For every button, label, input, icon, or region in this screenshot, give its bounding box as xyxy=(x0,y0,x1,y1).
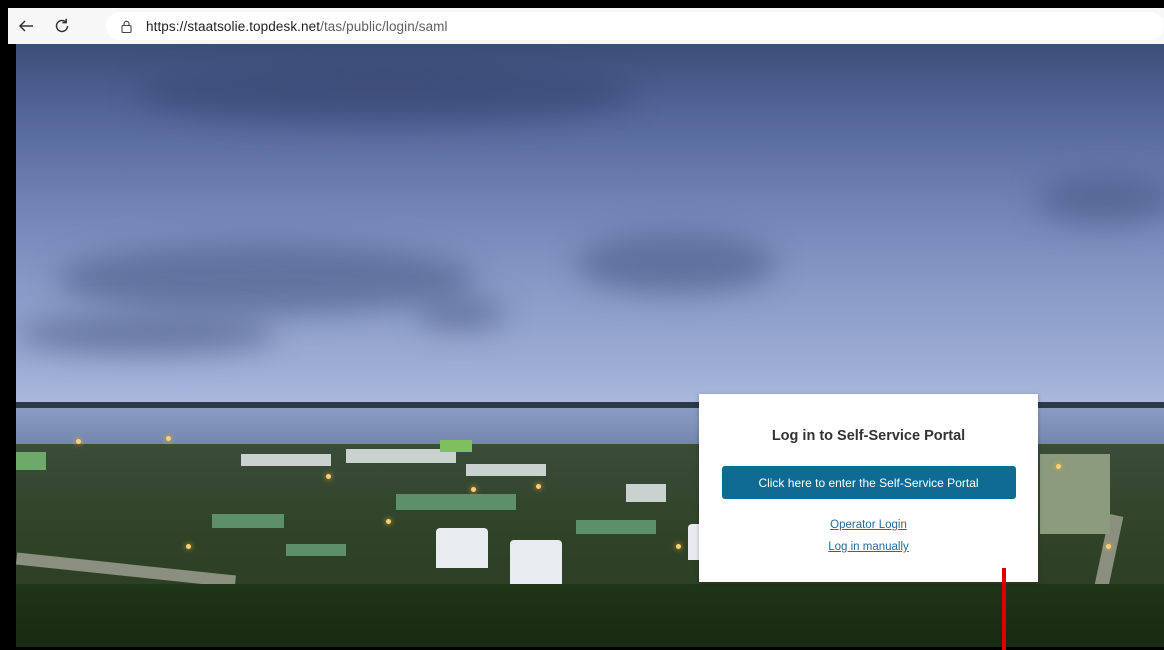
building xyxy=(286,544,346,556)
light xyxy=(386,519,391,524)
cloud xyxy=(576,234,776,294)
site-info-button[interactable] xyxy=(112,12,140,40)
red-annotation-line xyxy=(1002,568,1006,650)
storage-tank xyxy=(510,540,562,586)
url-host: https://staatsolie.topdesk.net xyxy=(146,18,321,34)
cloud xyxy=(16,314,276,354)
cloud xyxy=(136,64,636,124)
storage-tank xyxy=(436,528,488,568)
light xyxy=(166,436,171,441)
login-title: Log in to Self-Service Portal xyxy=(771,428,966,444)
building xyxy=(576,520,656,534)
light xyxy=(676,544,681,549)
light xyxy=(1106,544,1111,549)
light xyxy=(186,544,191,549)
light xyxy=(326,474,331,479)
address-bar[interactable]: https://staatsolie.topdesk.net/tas/publi… xyxy=(106,12,1164,40)
building xyxy=(212,514,284,528)
light xyxy=(76,439,81,444)
building xyxy=(466,464,546,476)
light xyxy=(1056,464,1061,469)
login-card: Log in to Self-Service Portal Click here… xyxy=(699,394,1038,582)
back-button[interactable] xyxy=(8,8,44,44)
building xyxy=(626,484,666,502)
building xyxy=(396,494,516,510)
reload-icon xyxy=(55,18,69,33)
url-path: /tas/public/login/saml xyxy=(320,18,448,34)
tree-line xyxy=(16,584,1164,647)
building xyxy=(241,454,331,466)
building xyxy=(440,440,472,452)
light xyxy=(471,487,476,492)
building xyxy=(16,452,46,470)
refinery-structure xyxy=(1040,454,1110,534)
enter-self-service-button[interactable]: Click here to enter the Self-Service Por… xyxy=(721,466,1016,499)
cloud xyxy=(56,244,476,314)
browser-toolbar: https://staatsolie.topdesk.net/tas/publi… xyxy=(8,8,1164,44)
operator-login-link[interactable]: Operator Login xyxy=(699,519,1038,531)
reload-button[interactable] xyxy=(44,8,80,44)
lock-icon xyxy=(120,20,132,33)
light xyxy=(536,484,541,489)
back-arrow-icon xyxy=(18,20,33,32)
url-text: https://staatsolie.topdesk.net/tas/publi… xyxy=(146,19,448,34)
login-manually-link[interactable]: Log in manually xyxy=(699,541,1038,553)
cloud xyxy=(1036,174,1164,224)
cloud xyxy=(416,299,506,329)
